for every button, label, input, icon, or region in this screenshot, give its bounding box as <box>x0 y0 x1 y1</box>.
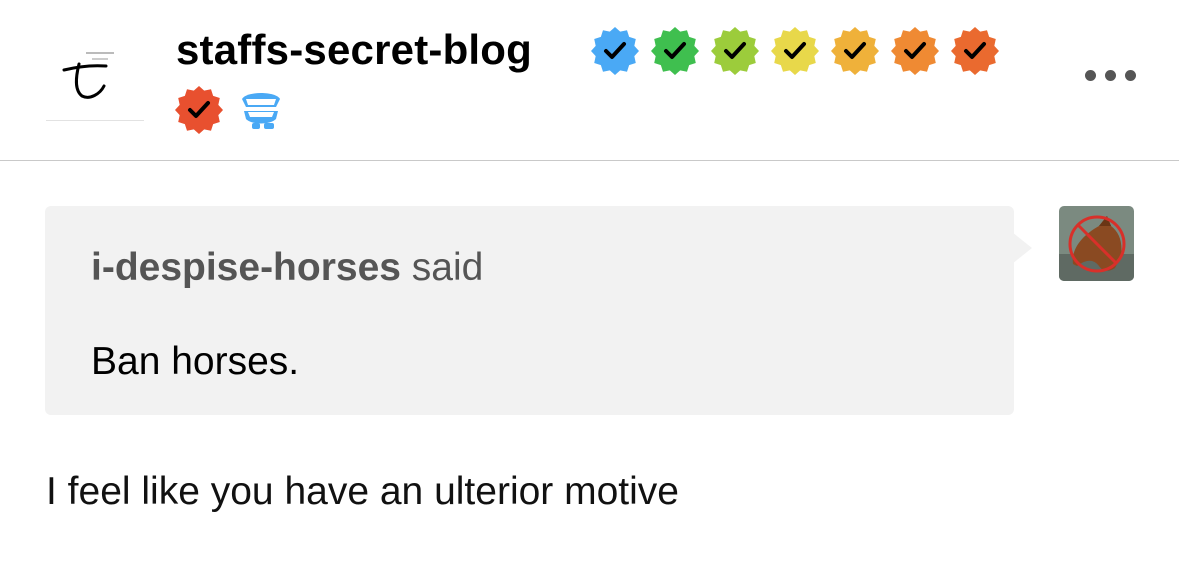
badges-row <box>590 27 1000 75</box>
check-badge-icon[interactable] <box>590 26 640 76</box>
check-badge-icon[interactable] <box>830 26 880 76</box>
post-header: staffs-secret-blog <box>0 0 1179 161</box>
ask-bubble: i-despise-horses said Ban horses. <box>45 206 1014 415</box>
ask-question: Ban horses. <box>91 340 300 383</box>
chattering-teeth-icon[interactable] <box>236 85 286 135</box>
ellipsis-icon <box>1085 70 1096 81</box>
blog-avatar[interactable] <box>46 28 144 121</box>
ask-bubble-pointer <box>1012 232 1032 264</box>
check-badge-icon[interactable] <box>950 26 1000 76</box>
blog-name[interactable]: staffs-secret-blog <box>176 26 532 74</box>
tumblr-t-logo-icon <box>46 28 144 120</box>
asker-avatar[interactable] <box>1059 206 1134 281</box>
asker-line: i-despise-horses said <box>91 246 483 290</box>
check-badge-icon[interactable] <box>890 26 940 76</box>
asker-name-link[interactable]: i-despise-horses <box>91 246 401 289</box>
answer-text: I feel like you have an ulterior motive <box>46 470 679 513</box>
ellipsis-icon <box>1105 70 1116 81</box>
check-badge-icon[interactable] <box>650 26 700 76</box>
check-badge-icon[interactable] <box>770 26 820 76</box>
horse-no-avatar-icon <box>1059 206 1134 281</box>
badges-row <box>174 85 286 135</box>
check-badge-icon[interactable] <box>174 85 224 135</box>
said-label: said <box>411 246 484 289</box>
more-options-button[interactable] <box>1083 62 1143 88</box>
ellipsis-icon <box>1125 70 1136 81</box>
check-badge-icon[interactable] <box>710 26 760 76</box>
